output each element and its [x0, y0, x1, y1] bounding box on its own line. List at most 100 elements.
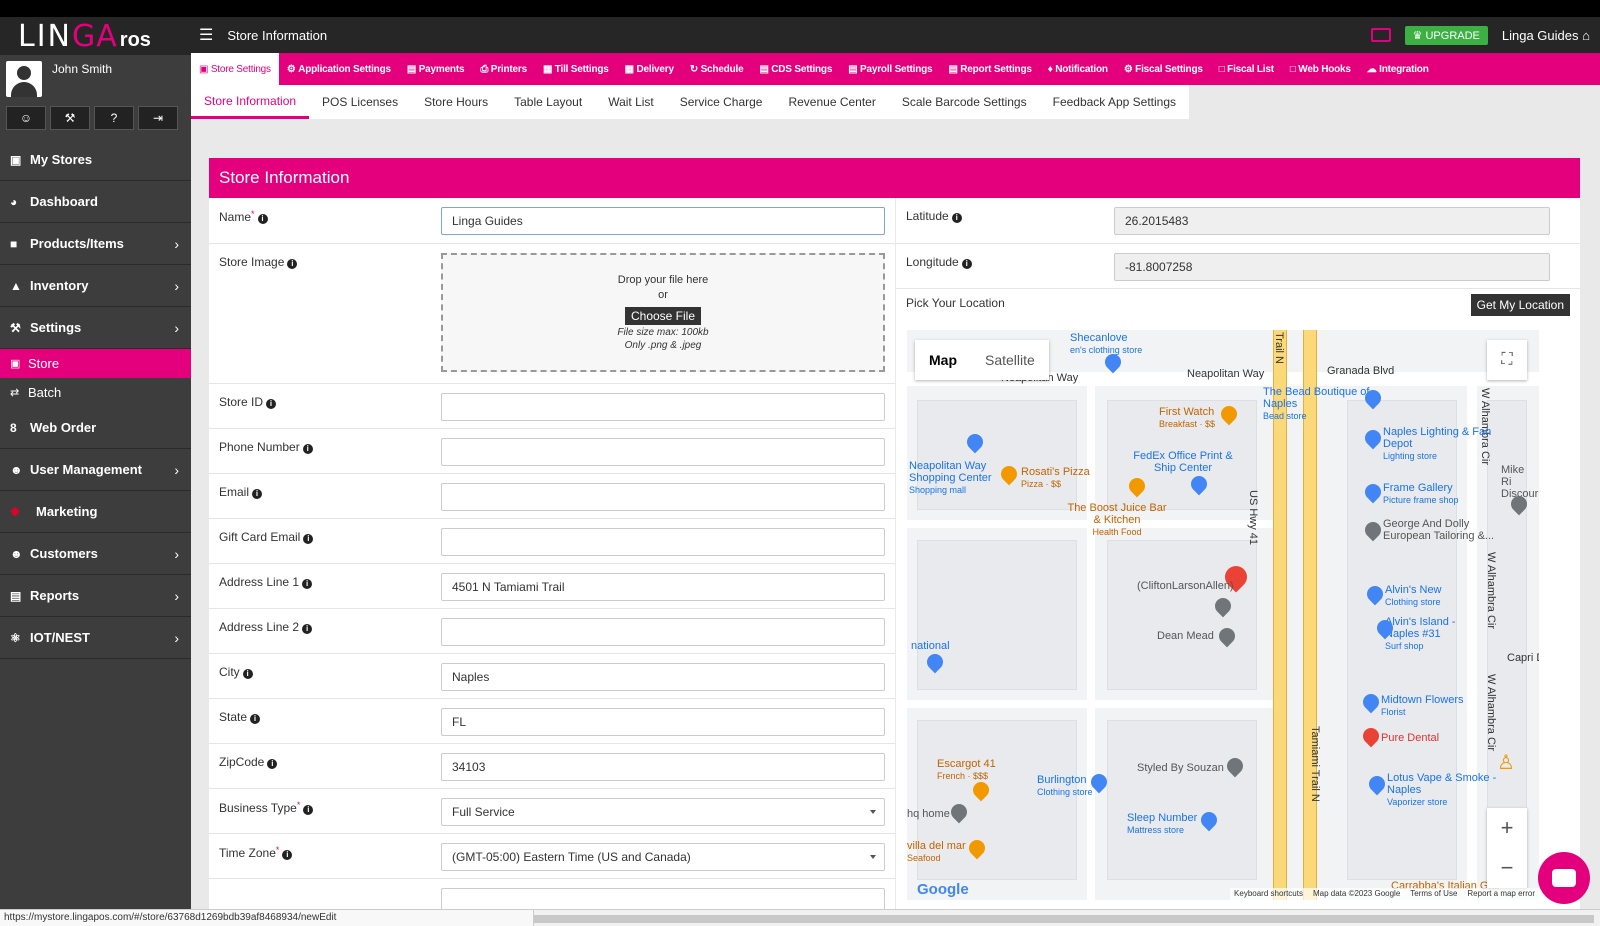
poi-styled-by-souzan[interactable]: Styled By Souzan	[1137, 762, 1224, 774]
info-icon[interactable]: i	[303, 805, 314, 815]
hamburger-menu-icon[interactable]: ☰	[199, 25, 213, 45]
menu-report-settings[interactable]: ▤ Report Settings	[940, 53, 1039, 85]
sidebar-subitem-store[interactable]: ▣ Store	[0, 349, 191, 378]
store-image-dropzone[interactable]: Drop your file here or Choose File File …	[441, 253, 885, 372]
menu-payments[interactable]: ▤ Payments	[399, 53, 472, 85]
location-map[interactable]: Neapolitan Way Neapolitan Way Granada Bl…	[907, 330, 1539, 900]
poi-rosatis-pizza[interactable]: Rosati's Pizza Pizza · $$	[1021, 466, 1090, 490]
poi-villa-del-mar[interactable]: villa del mar Seafood	[907, 840, 966, 864]
poi-alvins-new[interactable]: Alvin's New Clothing store	[1385, 584, 1442, 608]
menu-schedule[interactable]: ↻ Schedule	[682, 53, 752, 85]
address-line2-input[interactable]	[441, 618, 885, 646]
poi-frame-gallery[interactable]: Frame Gallery Picture frame shop	[1383, 482, 1459, 506]
poi-escargot[interactable]: Escargot 41 French · $$$	[937, 758, 996, 782]
poi-sleep-number[interactable]: Sleep Number Mattress store	[1127, 812, 1197, 836]
poi-lotus-vape[interactable]: Lotus Vape & Smoke - Naples Vaporizer sto…	[1387, 772, 1497, 808]
store-id-input[interactable]	[441, 393, 885, 421]
poi-naples-lighting[interactable]: Naples Lighting & Fan Depot Lighting stor…	[1383, 426, 1503, 462]
info-icon[interactable]: i	[242, 669, 253, 679]
map-footer-link[interactable]: Keyboard shortcuts	[1234, 889, 1303, 899]
tab-feedback-app-settings[interactable]: Feedback App Settings	[1040, 85, 1189, 119]
poi-midtown-flowers[interactable]: Midtown Flowers Florist	[1381, 694, 1464, 718]
menu-web-hooks[interactable]: □ Web Hooks	[1282, 53, 1359, 85]
address-line1-input[interactable]: 4501 N Tamiami Trail	[441, 573, 885, 601]
sidebar-item-my-stores[interactable]: ▣ My Stores	[0, 139, 191, 181]
sidebar-item-settings[interactable]: ⚒ Settings ›	[0, 307, 191, 349]
info-icon[interactable]: i	[287, 259, 298, 269]
user-icon[interactable]: ☺	[6, 106, 46, 130]
sidebar-item-customers[interactable]: ☻ Customers ›	[0, 533, 191, 575]
name-input[interactable]: Linga Guides	[441, 207, 885, 235]
menu-till-settings[interactable]: ▦ Till Settings	[535, 53, 617, 85]
poi-neapolitan-way-center[interactable]: Neapolitan Way Shopping Center Shopping m…	[909, 460, 1005, 496]
tab-store-information[interactable]: Store Information	[191, 85, 310, 119]
zipcode-input[interactable]: 34103	[441, 753, 885, 781]
timezone-select[interactable]: (GMT-05:00) Eastern Time (US and Canada)	[441, 843, 885, 871]
sidebar-subitem-batch[interactable]: ⇄ Batch	[0, 378, 191, 407]
poi-shecanlove[interactable]: Shecanlove en's clothing store	[1070, 332, 1142, 356]
logout-icon[interactable]: ⇥	[138, 106, 178, 130]
menu-notification[interactable]: ♦ Notification	[1040, 53, 1116, 85]
tab-revenue-center[interactable]: Revenue Center	[775, 85, 888, 119]
tab-scale-barcode-settings[interactable]: Scale Barcode Settings	[889, 85, 1040, 119]
choose-file-button[interactable]: Choose File	[624, 307, 702, 325]
get-my-location-button[interactable]: Get My Location	[1470, 294, 1570, 316]
sidebar-item-reports[interactable]: ▤ Reports ›	[0, 575, 191, 617]
tab-wait-list[interactable]: Wait List	[595, 85, 667, 119]
menu-integration[interactable]: ☁ Integration	[1359, 53, 1437, 85]
info-icon[interactable]: i	[302, 444, 313, 454]
sidebar-item-web-order[interactable]: 8 Web Order	[0, 407, 191, 449]
state-input[interactable]: FL	[441, 708, 885, 736]
info-icon[interactable]: i	[266, 399, 277, 409]
help-icon[interactable]: ?	[94, 106, 134, 130]
gift-card-email-input[interactable]	[441, 528, 885, 556]
map-footer-link[interactable]: Report a map error	[1467, 889, 1535, 899]
info-icon[interactable]: i	[267, 759, 278, 769]
fullscreen-icon[interactable]: ⛶	[1487, 340, 1527, 380]
menu-fiscal-settings[interactable]: ⚙ Fiscal Settings	[1116, 53, 1211, 85]
longitude-input[interactable]: -81.8007258	[1114, 253, 1550, 281]
poi-burlington[interactable]: Burlington Clothing store	[1037, 774, 1093, 798]
poi-george-dolly[interactable]: George And Dolly European Tailoring &...	[1383, 518, 1511, 542]
sidebar-item-user-management[interactable]: ☻ User Management ›	[0, 449, 191, 491]
map-type-satellite-button[interactable]: Satellite	[971, 340, 1049, 380]
info-icon[interactable]: i	[302, 579, 313, 589]
sidebar-item-marketing[interactable]: ✸ Marketing	[0, 491, 191, 533]
poi-boost-juice[interactable]: The Boost Juice Bar & Kitchen Health Food	[1067, 502, 1167, 538]
business-type-select[interactable]: Full Service	[441, 798, 885, 826]
monitor-icon[interactable]	[1370, 28, 1391, 42]
tab-store-hours[interactable]: Store Hours	[411, 85, 501, 119]
map-footer-link[interactable]: Terms of Use	[1410, 889, 1457, 899]
poi-dean-mead[interactable]: Dean Mead	[1157, 630, 1214, 642]
chat-widget-button[interactable]	[1538, 852, 1590, 904]
wrench-icon[interactable]: ⚒	[50, 106, 90, 130]
city-input[interactable]: Naples	[441, 663, 885, 691]
map-type-map-button[interactable]: Map	[915, 340, 971, 380]
zoom-out-icon[interactable]: −	[1487, 848, 1527, 888]
poi-pure-dental[interactable]: Pure Dental	[1381, 732, 1439, 744]
poi-national[interactable]: national	[911, 640, 950, 652]
info-icon[interactable]: i	[282, 850, 293, 860]
upgrade-button[interactable]: ♛ UPGRADE	[1404, 25, 1488, 45]
sidebar-item-inventory[interactable]: ▲ Inventory ›	[0, 265, 191, 307]
tab-table-layout[interactable]: Table Layout	[501, 85, 595, 119]
info-icon[interactable]: i	[257, 214, 268, 224]
street-view-pegman-icon[interactable]: ♙	[1497, 750, 1519, 780]
poi-alvins-island[interactable]: Alvin's Island - Naples #31 Surf shop	[1385, 616, 1469, 652]
linga-logo[interactable]: LIN GA ros	[0, 17, 191, 55]
latitude-input[interactable]: 26.2015483	[1114, 207, 1550, 235]
phone-number-input[interactable]	[441, 438, 885, 466]
store-selector[interactable]: Linga Guides ⌂	[1502, 28, 1590, 43]
poi-fedex[interactable]: FedEx Office Print & Ship Center	[1123, 450, 1243, 474]
menu-store-settings[interactable]: ▣ Store Settings	[191, 53, 279, 85]
next-field-input[interactable]	[441, 888, 885, 910]
menu-cds-settings[interactable]: ▤ CDS Settings	[751, 53, 840, 85]
menu-delivery[interactable]: ▦ Delivery	[617, 53, 682, 85]
menu-application-settings[interactable]: ⚙ Application Settings	[279, 53, 399, 85]
tab-pos-licenses[interactable]: POS Licenses	[309, 85, 411, 119]
info-icon[interactable]: i	[302, 624, 313, 634]
sidebar-item-iot-nest[interactable]: ⚛ IOT/NEST ›	[0, 617, 191, 659]
info-icon[interactable]: i	[250, 714, 261, 724]
info-icon[interactable]: i	[303, 534, 314, 544]
tab-service-charge[interactable]: Service Charge	[667, 85, 776, 119]
